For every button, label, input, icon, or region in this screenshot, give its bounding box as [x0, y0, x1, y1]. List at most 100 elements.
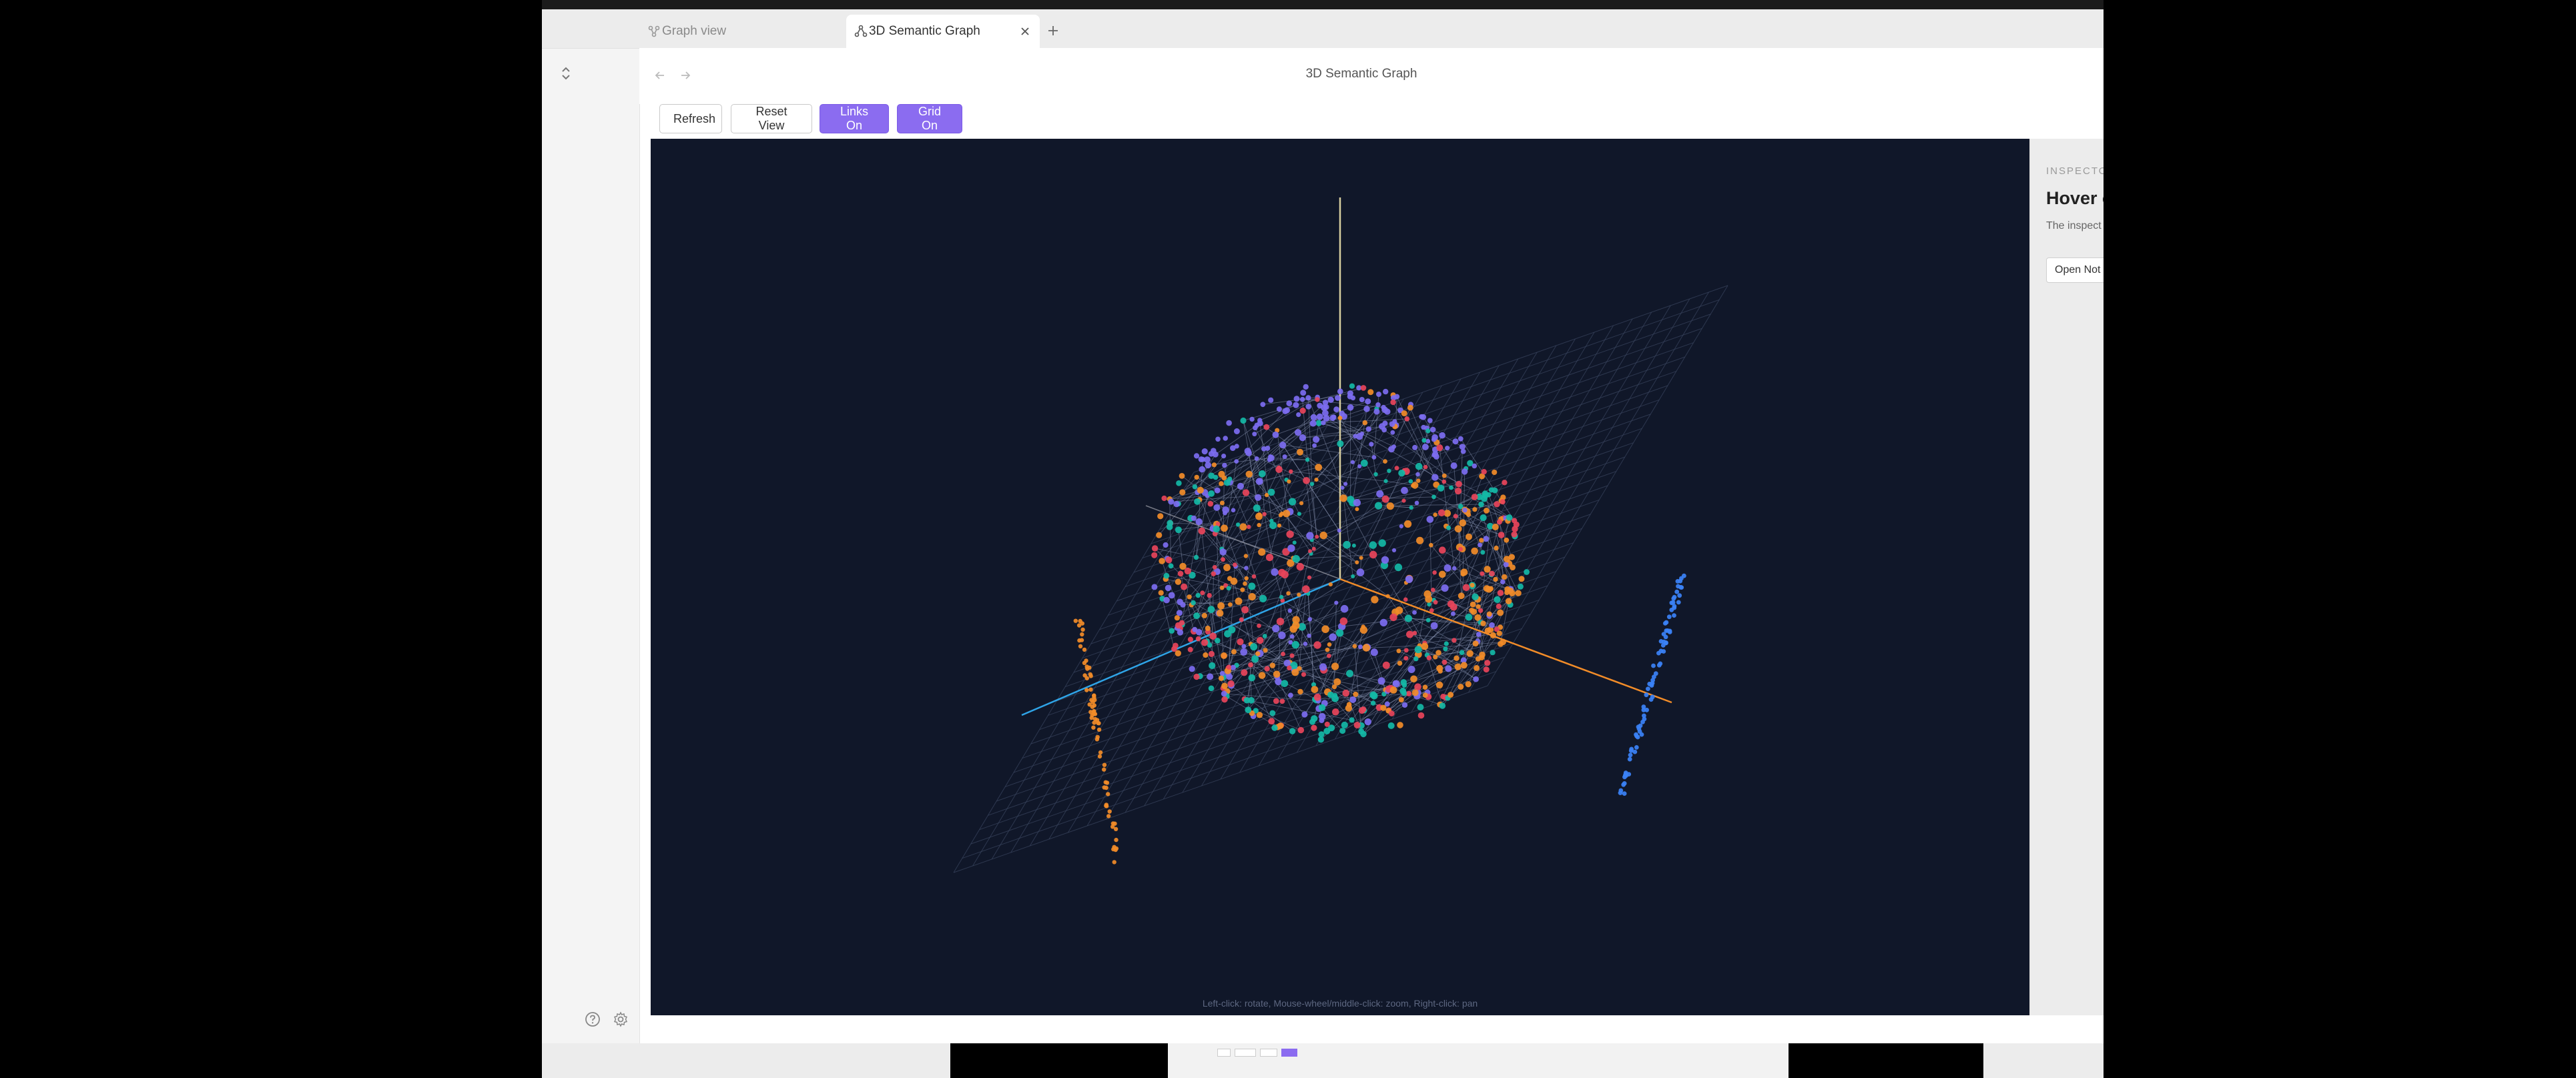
- graph-node[interactable]: [1318, 731, 1325, 738]
- graph-node[interactable]: [1208, 650, 1215, 658]
- graph-node[interactable]: [1403, 597, 1408, 602]
- graph-node[interactable]: [1257, 522, 1261, 528]
- graph-node[interactable]: [1316, 413, 1323, 420]
- graph-node[interactable]: [1353, 722, 1361, 728]
- graph-node[interactable]: [1309, 482, 1315, 486]
- graph-node[interactable]: [1473, 676, 1479, 682]
- graph-node[interactable]: [1429, 542, 1433, 548]
- graph-node[interactable]: [1286, 591, 1291, 596]
- graph-node[interactable]: [1439, 432, 1445, 439]
- graph-node[interactable]: [1085, 666, 1090, 671]
- graph-node[interactable]: [1622, 791, 1627, 796]
- graph-node[interactable]: [1396, 648, 1401, 654]
- graph-node[interactable]: [1462, 508, 1468, 513]
- graph-node[interactable]: [1224, 630, 1231, 638]
- graph-node[interactable]: [1319, 531, 1327, 540]
- graph-node[interactable]: [1102, 785, 1106, 790]
- graph-node[interactable]: [1181, 583, 1188, 590]
- graph-node[interactable]: [1205, 462, 1212, 469]
- graph-node[interactable]: [1194, 498, 1201, 505]
- graph-node[interactable]: [1430, 622, 1438, 630]
- graph-node[interactable]: [1212, 565, 1217, 570]
- graph-node[interactable]: [1082, 660, 1087, 665]
- graph-node[interactable]: [1103, 780, 1108, 784]
- graph-node[interactable]: [1498, 641, 1504, 647]
- graph-node[interactable]: [1472, 593, 1479, 600]
- graph-node[interactable]: [1672, 613, 1676, 618]
- graph-node[interactable]: [1241, 606, 1249, 614]
- graph-node[interactable]: [1222, 462, 1227, 468]
- graph-node[interactable]: [1241, 669, 1248, 676]
- graph-node[interactable]: [1351, 543, 1356, 548]
- graph-node[interactable]: [1287, 665, 1292, 670]
- graph-node[interactable]: [1168, 498, 1175, 505]
- graph-node[interactable]: [1426, 516, 1434, 523]
- graph-node[interactable]: [1335, 395, 1341, 401]
- graph-node[interactable]: [1315, 464, 1323, 471]
- graph-node[interactable]: [1417, 712, 1425, 719]
- graph-node[interactable]: [1472, 463, 1478, 469]
- graph-node[interactable]: [1360, 385, 1367, 391]
- graph-node[interactable]: [1158, 590, 1164, 596]
- graph-node[interactable]: [1496, 630, 1502, 636]
- graph-node[interactable]: [1435, 650, 1441, 656]
- graph-node[interactable]: [1259, 594, 1267, 603]
- graph-node[interactable]: [1245, 470, 1253, 478]
- graph-node[interactable]: [1192, 626, 1198, 632]
- grid-toggle-button[interactable]: Grid On: [897, 104, 962, 133]
- graph-node[interactable]: [1432, 451, 1439, 457]
- graph-node[interactable]: [1465, 614, 1473, 621]
- graph-node[interactable]: [1302, 585, 1310, 593]
- graph-node[interactable]: [1458, 436, 1464, 442]
- graph-node[interactable]: [1466, 512, 1472, 518]
- graph-node[interactable]: [1355, 560, 1359, 564]
- graph-node[interactable]: [1333, 678, 1341, 686]
- graph-node[interactable]: [1472, 640, 1479, 647]
- graph-node[interactable]: [1193, 554, 1199, 560]
- graph-3d-canvas[interactable]: Left-click: rotate, Mouse-wheel/middle-c…: [651, 139, 2029, 1015]
- graph-node[interactable]: [1177, 629, 1184, 636]
- graph-node[interactable]: [1415, 472, 1420, 477]
- graph-node[interactable]: [1405, 575, 1413, 583]
- graph-node[interactable]: [1308, 549, 1312, 554]
- graph-node[interactable]: [1084, 676, 1089, 680]
- graph-node[interactable]: [1370, 700, 1376, 706]
- graph-node[interactable]: [1110, 821, 1116, 826]
- graph-node[interactable]: [1512, 518, 1518, 524]
- graph-node[interactable]: [1483, 585, 1490, 592]
- graph-node[interactable]: [1231, 649, 1237, 655]
- graph-node[interactable]: [1422, 684, 1428, 690]
- graph-node[interactable]: [1226, 664, 1231, 670]
- graph-node[interactable]: [1106, 814, 1111, 819]
- graph-node[interactable]: [1408, 479, 1413, 484]
- graph-node[interactable]: [1634, 745, 1639, 750]
- graph-node[interactable]: [1394, 466, 1399, 470]
- graph-node[interactable]: [1470, 582, 1475, 588]
- graph-node[interactable]: [1346, 670, 1353, 678]
- graph-node[interactable]: [1317, 402, 1323, 409]
- graph-node[interactable]: [1293, 396, 1300, 402]
- graph-node[interactable]: [1403, 656, 1409, 661]
- graph-node[interactable]: [1478, 501, 1484, 508]
- graph-node[interactable]: [1163, 596, 1170, 604]
- graph-node[interactable]: [1307, 633, 1311, 638]
- graph-node[interactable]: [1358, 728, 1365, 734]
- graph-node[interactable]: [1676, 584, 1680, 589]
- graph-node[interactable]: [1151, 545, 1159, 552]
- graph-node[interactable]: [1173, 500, 1180, 508]
- graph-node[interactable]: [1412, 610, 1417, 615]
- graph-node[interactable]: [1339, 728, 1346, 734]
- graph-node[interactable]: [1244, 566, 1249, 570]
- graph-node[interactable]: [1102, 762, 1107, 767]
- graph-node[interactable]: [1292, 540, 1297, 545]
- graph-node[interactable]: [1243, 554, 1249, 558]
- graph-node[interactable]: [1646, 686, 1650, 691]
- graph-node[interactable]: [1493, 576, 1498, 582]
- graph-node[interactable]: [1363, 406, 1370, 412]
- graph-node[interactable]: [1305, 395, 1311, 401]
- graph-node[interactable]: [1088, 687, 1093, 692]
- graph-node[interactable]: [1221, 652, 1227, 659]
- graph-node[interactable]: [1342, 689, 1350, 697]
- graph-node[interactable]: [1191, 515, 1197, 521]
- graph-node[interactable]: [1486, 611, 1492, 617]
